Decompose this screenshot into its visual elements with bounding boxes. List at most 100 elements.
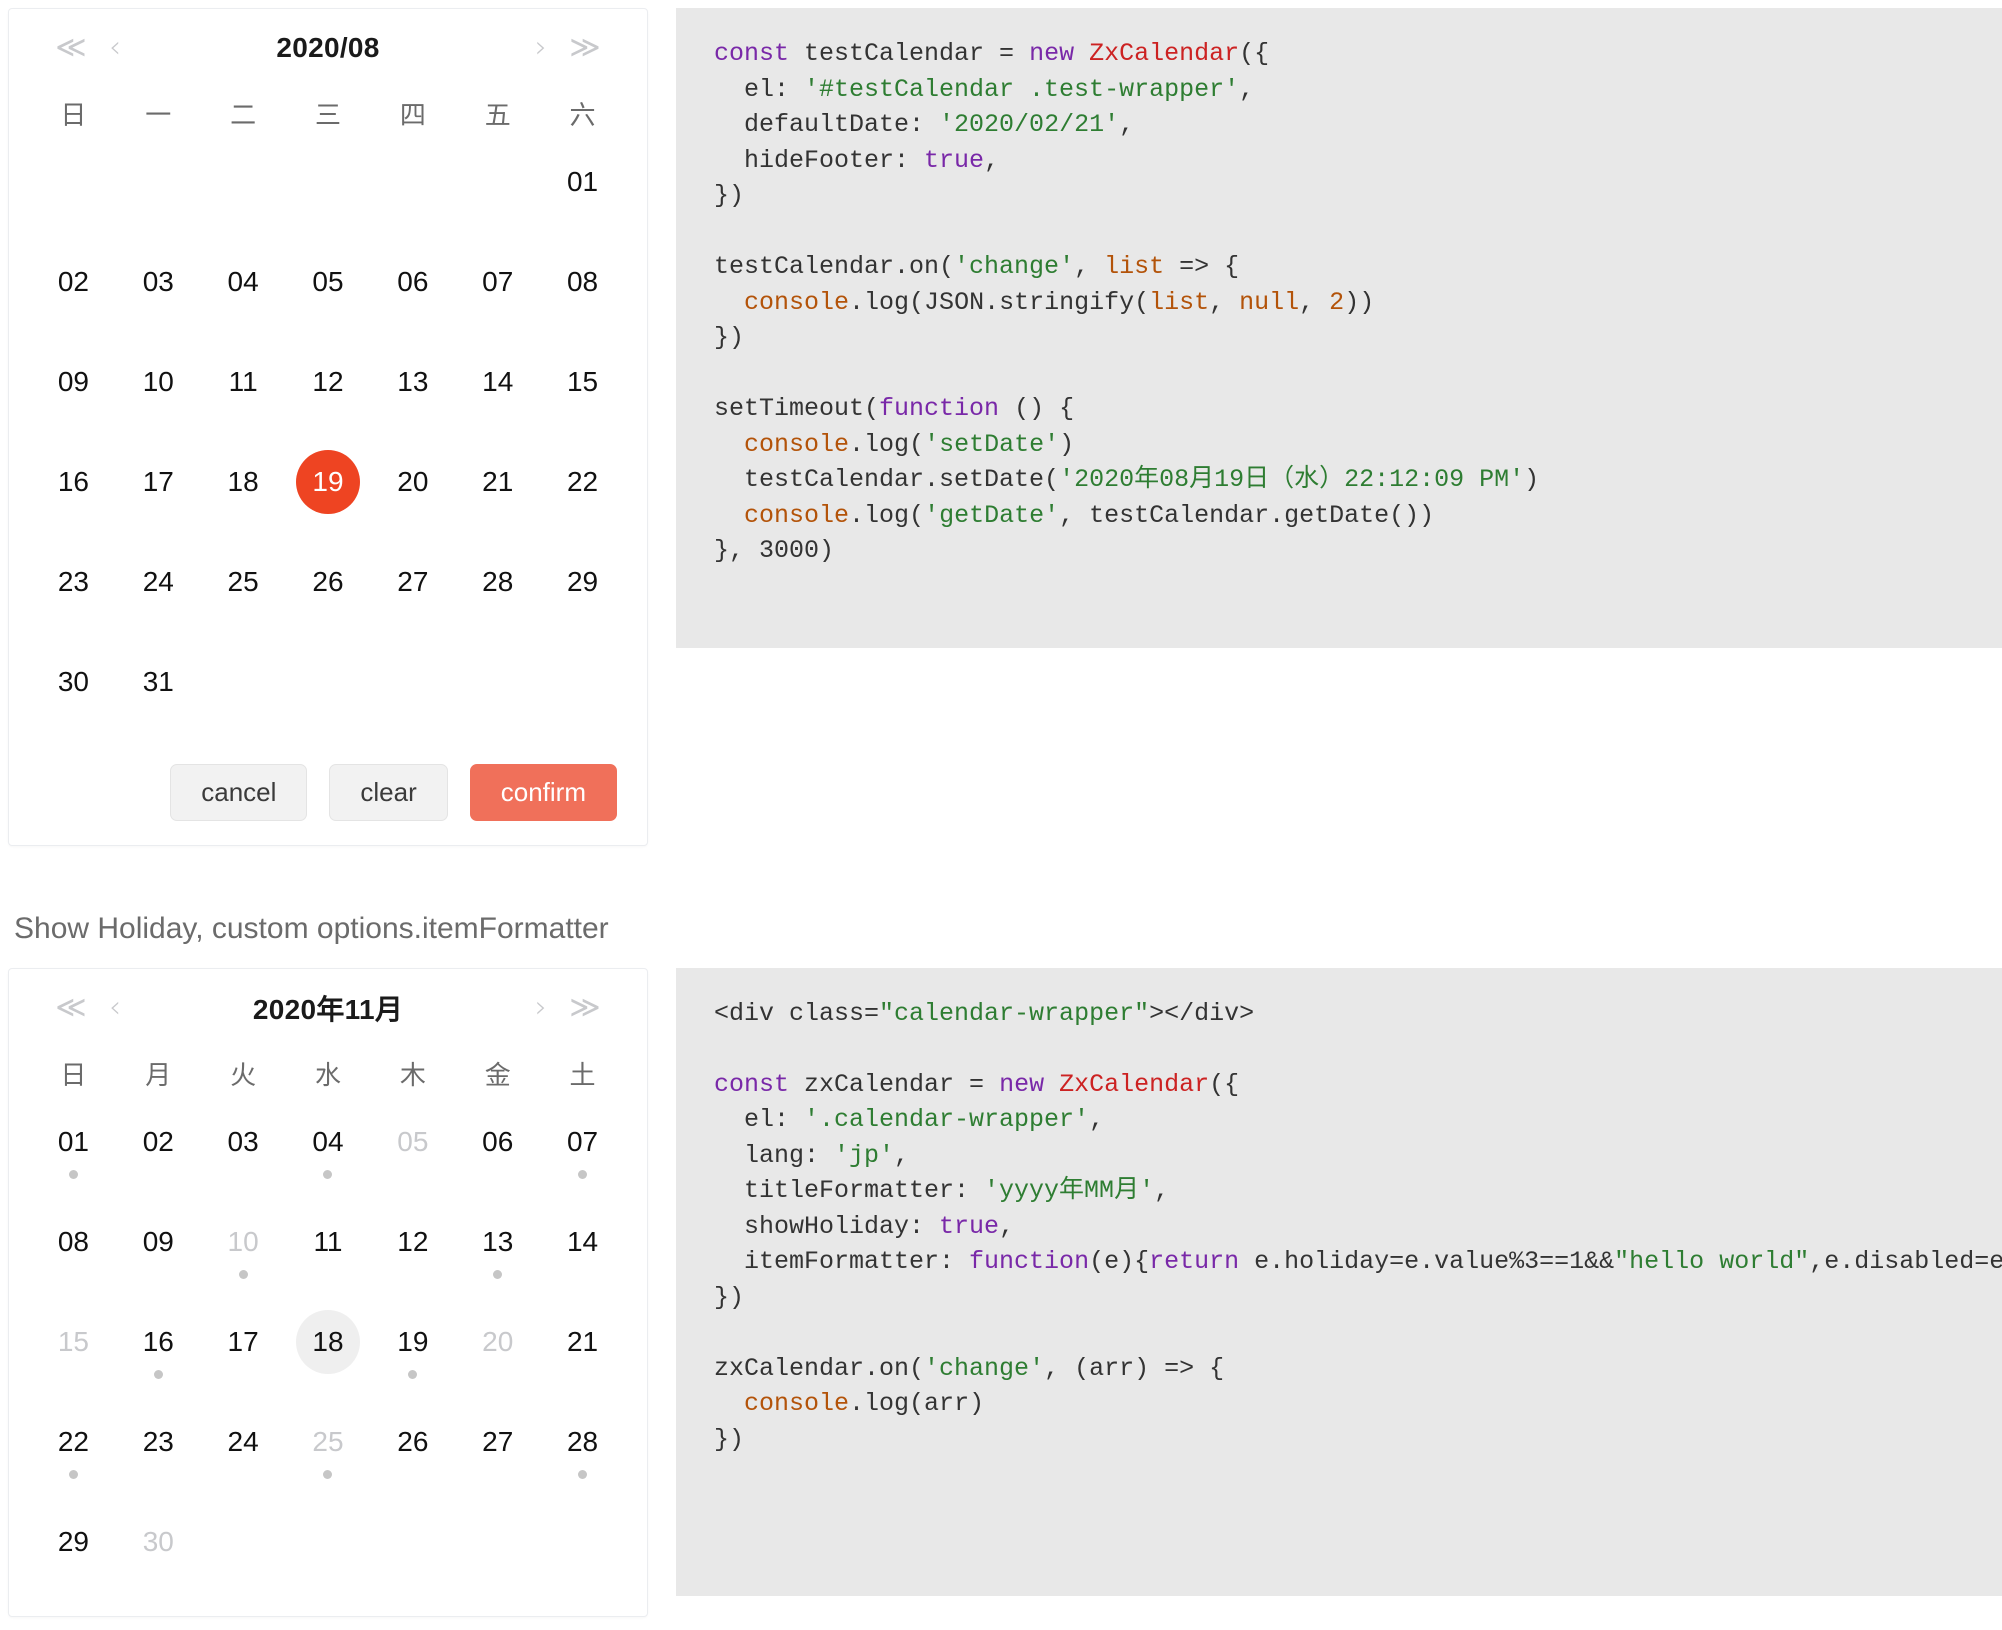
calendar-day-cell[interactable]: 26 [286, 550, 371, 646]
calendar-day-cell[interactable]: 20 [370, 450, 455, 546]
code-token: .log(JSON.stringify( [849, 287, 1150, 317]
next-month-icon[interactable]: › [519, 33, 563, 63]
calendar-day-number: 14 [482, 366, 514, 397]
calendar-day-number: 22 [566, 466, 599, 497]
cancel-button[interactable]: cancel [170, 764, 308, 821]
calendar-day-cell[interactable]: 30 [116, 1510, 201, 1606]
calendar-day-cell[interactable]: 09 [31, 350, 116, 446]
code-token: .log( [849, 500, 925, 530]
calendar-day-cell[interactable]: 18 [201, 450, 286, 546]
code-panel-holiday: <div class="calendar-wrapper"></div> con… [676, 967, 2002, 1596]
code-token: console [744, 287, 850, 317]
weekday-label: 日 [60, 100, 87, 130]
calendar-day-number: 24 [227, 1425, 259, 1457]
confirm-button[interactable]: confirm [469, 764, 617, 821]
prev-month-icon[interactable]: ‹ [93, 33, 137, 63]
calendar-day-cell[interactable]: 15 [31, 1310, 116, 1406]
code-token: hideFooter: [714, 145, 925, 175]
calendar-day-cell[interactable]: 12 [286, 350, 371, 446]
calendar-day-cell[interactable]: 03 [116, 250, 201, 346]
calendar-day-cell[interactable]: 25 [201, 550, 286, 646]
prev-month-icon[interactable]: ‹ [93, 992, 137, 1023]
calendar-day-cell[interactable]: 16 [116, 1310, 201, 1406]
prev-year-icon[interactable]: ≪ [49, 33, 93, 63]
calendar-day-cell[interactable]: 24 [116, 550, 201, 646]
calendar-day-cell[interactable]: 02 [31, 250, 116, 346]
calendar-day-cell[interactable]: 21 [540, 1310, 625, 1406]
code-line: titleFormatter: 'yyyy年MM月', [714, 1173, 2002, 1209]
calendar-day-cell[interactable]: 10 [116, 350, 201, 446]
calendar-day-number: 18 [295, 1309, 360, 1374]
calendar-day-cell[interactable]: 14 [455, 350, 540, 446]
calendar-day-cell[interactable]: 06 [455, 1110, 540, 1206]
calendar-day-cell[interactable]: 28 [455, 550, 540, 646]
next-year-icon[interactable]: ≫ [563, 33, 607, 63]
calendar-day-number: 27 [482, 1425, 514, 1457]
calendar-day-cell[interactable]: 10 [201, 1210, 286, 1306]
calendar-day-cell[interactable]: 17 [201, 1310, 286, 1406]
calendar-day-cell[interactable]: 27 [455, 1410, 540, 1506]
holiday-dot-icon [493, 1269, 503, 1279]
calendar-day-cell[interactable]: 03 [201, 1110, 286, 1206]
calendar-day-cell[interactable]: 29 [540, 550, 625, 646]
calendar-day-cell[interactable]: 04 [201, 250, 286, 346]
calendar-day-cell[interactable]: 27 [370, 550, 455, 646]
calendar-day-cell[interactable]: 19 [370, 1310, 455, 1406]
code-token: showHoliday: [714, 1211, 940, 1241]
calendar-day-cell[interactable]: 13 [370, 350, 455, 446]
calendar-day-cell[interactable]: 31 [116, 650, 201, 746]
calendar-day-cell[interactable]: 04 [286, 1110, 371, 1206]
calendar-day-cell[interactable]: 18 [286, 1309, 371, 1406]
code-token: }) [714, 1424, 745, 1454]
calendar-day-cell[interactable]: 25 [286, 1410, 371, 1506]
calendar-day-cell[interactable]: 07 [540, 1110, 625, 1206]
calendar-day-number: 29 [566, 566, 599, 597]
calendar-day-number [466, 1510, 530, 1574]
calendar-day-cell[interactable]: 08 [540, 250, 625, 346]
calendar-day-cell[interactable]: 11 [201, 350, 286, 446]
code-token: ZxCalendar [1089, 39, 1240, 68]
code-token: zxCalendar.on( [714, 1353, 925, 1383]
calendar-day-cell[interactable]: 26 [370, 1410, 455, 1506]
calendar-day-number: 03 [142, 266, 174, 297]
calendar-day-cell[interactable]: 02 [116, 1110, 201, 1206]
calendar-day-cell[interactable]: 14 [540, 1210, 625, 1306]
calendar-day-cell[interactable]: 22 [540, 450, 625, 546]
calendar-day-number: 23 [142, 1425, 174, 1457]
calendar-day-cell[interactable]: 24 [201, 1410, 286, 1506]
calendar-day-cell[interactable]: 08 [31, 1210, 116, 1306]
calendar-day-cell[interactable]: 28 [540, 1410, 625, 1506]
code-line: console.log(arr) [714, 1386, 2002, 1422]
calendar-day-cell[interactable]: 12 [370, 1210, 455, 1306]
prev-year-icon[interactable]: ≪ [49, 992, 93, 1023]
code-token: 'change' [924, 1353, 1045, 1383]
calendar-day-cell[interactable]: 11 [286, 1210, 371, 1306]
holiday-dot-icon [68, 1169, 78, 1179]
calendar-day-cell[interactable]: 23 [31, 550, 116, 646]
calendar-day-cell[interactable]: 22 [31, 1410, 116, 1506]
calendar-day-cell[interactable]: 17 [116, 450, 201, 546]
calendar-day-cell[interactable]: 29 [31, 1510, 116, 1606]
calendar-day-cell[interactable]: 01 [31, 1110, 116, 1206]
next-year-icon[interactable]: ≫ [563, 992, 607, 1023]
calendar-day-cell[interactable]: 30 [31, 650, 116, 746]
calendar-day-cell[interactable]: 20 [455, 1310, 540, 1406]
calendar-day-cell[interactable]: 15 [540, 350, 625, 446]
code-token: const [714, 1069, 790, 1099]
calendar-day-cell[interactable]: 23 [116, 1410, 201, 1506]
calendar-day-cell[interactable]: 21 [455, 450, 540, 546]
calendar-day-cell[interactable]: 13 [455, 1210, 540, 1306]
calendar-day-cell[interactable]: 01 [540, 150, 625, 246]
calendar-day-cell[interactable]: 06 [370, 250, 455, 346]
calendar-day-cell[interactable]: 19 [286, 450, 371, 546]
calendar-day-cell[interactable]: 16 [31, 450, 116, 546]
calendar-day-cell[interactable]: 05 [370, 1110, 455, 1206]
code-token: , [1239, 74, 1255, 104]
clear-button[interactable]: clear [329, 764, 448, 821]
next-month-icon[interactable]: › [519, 992, 563, 1023]
calendar-day-cell[interactable]: 05 [286, 250, 371, 346]
calendar-day-cell[interactable]: 07 [455, 250, 540, 346]
calendar-day-cell[interactable]: 09 [116, 1210, 201, 1306]
